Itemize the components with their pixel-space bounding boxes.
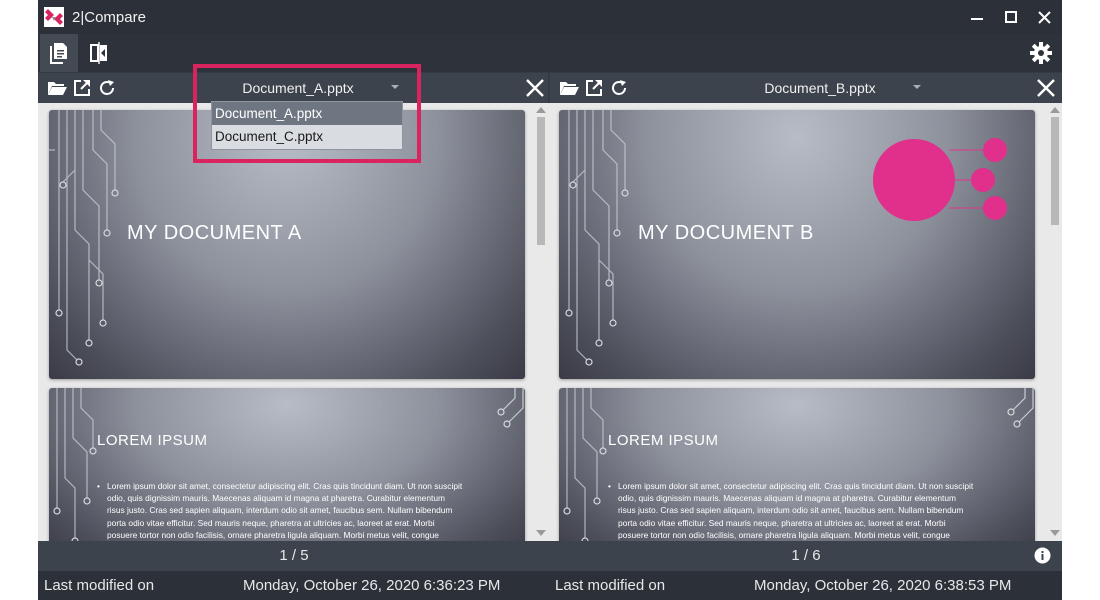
main-toolbar <box>38 34 1062 72</box>
slide-body-line: posuere tortor non odio facilisis, ornar… <box>107 529 439 540</box>
right-page-number: 1 / 6 <box>791 547 821 564</box>
open-external-icon <box>586 80 602 96</box>
close-icon <box>1037 10 1051 24</box>
slide-title: LOREM IPSUM <box>608 432 719 449</box>
circle-diagram-icon <box>873 138 1007 221</box>
chevron-down-icon[interactable] <box>913 85 921 89</box>
right-file-select-value: Document_B.pptx <box>764 80 876 96</box>
circuit-decoration-icon <box>53 388 97 541</box>
right-slide-1[interactable]: MY DOCUMENT B <box>559 110 1035 379</box>
slide-body-line: Lorem ipsum dolor sit amet, consectetur … <box>107 481 463 491</box>
left-slide-2[interactable]: LOREM IPSUM • Lorem ipsum dolor sit amet… <box>49 388 525 541</box>
documents-icon <box>50 43 67 64</box>
right-panel-header: Document_B.pptx <box>550 73 1062 103</box>
left-open-external-button[interactable] <box>72 79 92 97</box>
left-status-value: Monday, October 26, 2020 6:36:23 PM <box>243 577 501 594</box>
left-open-folder-button[interactable] <box>47 79 67 97</box>
scroll-up-icon[interactable] <box>1050 107 1060 113</box>
minimize-icon <box>971 18 983 20</box>
scroll-up-icon[interactable] <box>536 107 546 113</box>
scroll-down-icon[interactable] <box>1050 530 1060 536</box>
right-open-folder-button[interactable] <box>559 79 579 97</box>
circuit-decoration-icon <box>1007 388 1034 428</box>
slide-body-line: risus justo. Cras sed sapien aliquam, in… <box>107 505 453 516</box>
scroll-down-icon[interactable] <box>536 530 546 536</box>
left-page-number: 1 / 5 <box>279 547 309 564</box>
app-title: 2|Compare <box>72 9 146 26</box>
right-open-external-button[interactable] <box>584 79 604 97</box>
left-page-indicator: 1 / 5 <box>38 541 550 571</box>
left-slide-viewer[interactable]: MY DOCUMENT A LOREM IPSUM • Lorem ipsum … <box>38 103 534 541</box>
scroll-thumb[interactable] <box>537 117 545 245</box>
open-folder-icon <box>48 82 67 95</box>
slide-body-line: risus justo. Cras sed sapien aliquam, in… <box>618 505 964 516</box>
highlight-frame <box>193 64 421 163</box>
open-external-icon <box>74 80 90 96</box>
slide-title: MY DOCUMENT B <box>638 222 814 244</box>
tab-compare[interactable] <box>80 34 118 72</box>
slide-body-line: odio, quis dignissim mauris. Maecenas al… <box>618 493 956 504</box>
slide-body-line: Lorem ipsum dolor sit amet, consectetur … <box>618 481 974 491</box>
refresh-icon <box>612 80 626 95</box>
left-close-panel-icon[interactable] <box>524 77 546 99</box>
maximize-button[interactable] <box>1000 6 1022 28</box>
bullet-icon: • <box>608 481 611 491</box>
gear-icon <box>1030 42 1052 64</box>
app-window: 2|Compare Document_A.pptx Document_B.ppt… <box>38 0 1062 600</box>
right-status-label: Last modified on <box>555 577 666 594</box>
minimize-button[interactable] <box>966 6 988 28</box>
left-scrollbar[interactable] <box>534 103 548 541</box>
slide-title: MY DOCUMENT A <box>127 222 302 244</box>
right-slide-2[interactable]: LOREM IPSUM • Lorem ipsum dolor sit amet… <box>559 388 1035 541</box>
right-file-select[interactable]: Document_B.pptx <box>720 77 920 99</box>
info-icon[interactable] <box>1034 547 1051 564</box>
right-refresh-button[interactable] <box>609 79 629 97</box>
circuit-decoration-icon <box>497 388 524 428</box>
right-status-value: Monday, October 26, 2020 6:38:53 PM <box>754 577 1012 594</box>
bullet-icon: • <box>97 481 100 491</box>
title-bar: 2|Compare <box>38 0 1062 34</box>
scroll-thumb[interactable] <box>1051 117 1059 225</box>
settings-button[interactable] <box>1022 34 1060 72</box>
left-refresh-button[interactable] <box>97 79 117 97</box>
slide-body-line: porta odio vitae efficitur. Sed mauris n… <box>618 517 946 528</box>
status-bar: Last modified on Monday, October 26, 202… <box>38 571 1062 600</box>
circuit-decoration-icon <box>563 388 607 541</box>
slide-body-line: posuere tortor non odio facilisis, ornar… <box>618 529 950 540</box>
right-scrollbar[interactable] <box>1048 103 1062 541</box>
close-window-button[interactable] <box>1033 6 1055 28</box>
refresh-icon <box>100 80 114 95</box>
open-folder-icon <box>560 82 579 95</box>
app-logo-icon <box>44 7 64 27</box>
compare-icon <box>90 42 107 64</box>
right-close-panel-icon[interactable] <box>1035 77 1057 99</box>
maximize-icon <box>1005 11 1017 23</box>
tab-documents[interactable] <box>40 34 78 72</box>
left-status-label: Last modified on <box>44 577 155 594</box>
right-slide-viewer[interactable]: MY DOCUMENT B LOREM IPSUM • Lorem ipsum … <box>548 103 1048 541</box>
slide-title: LOREM IPSUM <box>97 432 208 449</box>
slide-body-line: porta odio vitae efficitur. Sed mauris n… <box>107 517 435 528</box>
right-page-indicator: 1 / 6 <box>550 541 1062 571</box>
slide-body-line: odio, quis dignissim mauris. Maecenas al… <box>107 493 445 504</box>
